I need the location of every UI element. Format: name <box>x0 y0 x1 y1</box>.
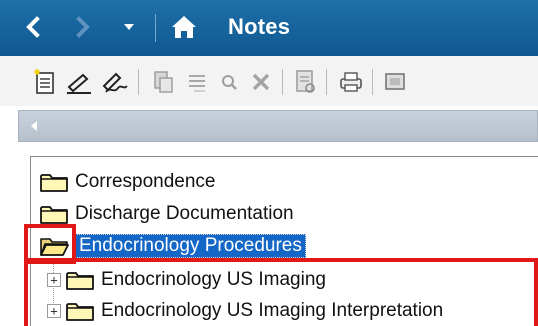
folder-icon <box>66 303 94 321</box>
toolbar-divider <box>138 69 139 95</box>
tree-item-label: Endocrinology US Imaging <box>101 269 326 290</box>
folder-icon <box>40 206 68 224</box>
tree-item-label: Correspondence <box>75 171 216 192</box>
sign-icon <box>67 73 91 94</box>
expand-toggle-icon[interactable]: + <box>47 273 61 287</box>
tree-item-endocrinology-us-imaging-interpretation[interactable]: + Endocrinology US Imaging Interpretatio… <box>47 296 443 326</box>
back-button[interactable] <box>20 13 46 41</box>
notes-tree: Correspondence Discharge Documentation E… <box>30 156 538 326</box>
toolbar-divider <box>282 69 283 95</box>
new-note-icon <box>34 69 54 94</box>
tree-item-label: Endocrinology Procedures <box>75 234 306 258</box>
print-button[interactable] <box>336 67 366 97</box>
search-button[interactable] <box>214 67 244 97</box>
delete-button[interactable] <box>246 67 276 97</box>
toolbar <box>0 56 538 106</box>
tree-item-label: Discharge Documentation <box>75 203 294 224</box>
folder-icon <box>40 174 68 192</box>
chevron-left-icon <box>26 16 40 38</box>
home-button[interactable] <box>170 13 198 41</box>
tree-item-label: Endocrinology US Imaging Interpretation <box>101 300 444 321</box>
scroll-left-button[interactable] <box>19 111 49 141</box>
folder-icon <box>66 272 94 290</box>
tree-item-endocrinology-procedures[interactable]: Endocrinology Procedures <box>39 231 306 261</box>
chevron-right-icon <box>76 16 90 38</box>
attach-icon <box>154 71 173 93</box>
toolbar-divider <box>326 69 327 95</box>
new-note-button[interactable] <box>30 67 60 97</box>
page-title: Notes <box>228 14 291 39</box>
print-icon <box>340 72 362 92</box>
document-icon <box>296 70 315 93</box>
tab-scroll-strip <box>18 110 538 142</box>
toolbar-divider <box>372 69 373 95</box>
home-icon <box>172 16 196 38</box>
forward-sign-icon <box>102 72 128 93</box>
open-folder-icon <box>40 238 69 256</box>
tree-item-endocrinology-us-imaging[interactable]: + Endocrinology US Imaging <box>47 265 326 295</box>
list-button[interactable] <box>182 67 212 97</box>
tree-item-discharge-documentation[interactable]: Discharge Documentation <box>39 199 294 229</box>
titlebar-divider <box>155 14 156 42</box>
forward-button[interactable] <box>70 13 96 41</box>
forward-sign-button[interactable] <box>100 67 130 97</box>
tree-item-correspondence[interactable]: Correspondence <box>39 167 215 197</box>
sign-button[interactable] <box>64 67 94 97</box>
expand-toggle-icon[interactable]: + <box>47 304 61 318</box>
delete-icon <box>252 73 270 91</box>
list-icon <box>189 75 205 92</box>
attach-button[interactable] <box>148 67 178 97</box>
document-button[interactable] <box>290 67 320 97</box>
caret-left-icon <box>31 121 37 131</box>
search-icon <box>222 75 237 90</box>
caret-down-icon <box>124 24 134 30</box>
image-icon <box>385 73 405 90</box>
title-bar: Notes <box>0 0 538 56</box>
image-button[interactable] <box>380 67 410 97</box>
history-dropdown-button[interactable] <box>118 13 140 41</box>
